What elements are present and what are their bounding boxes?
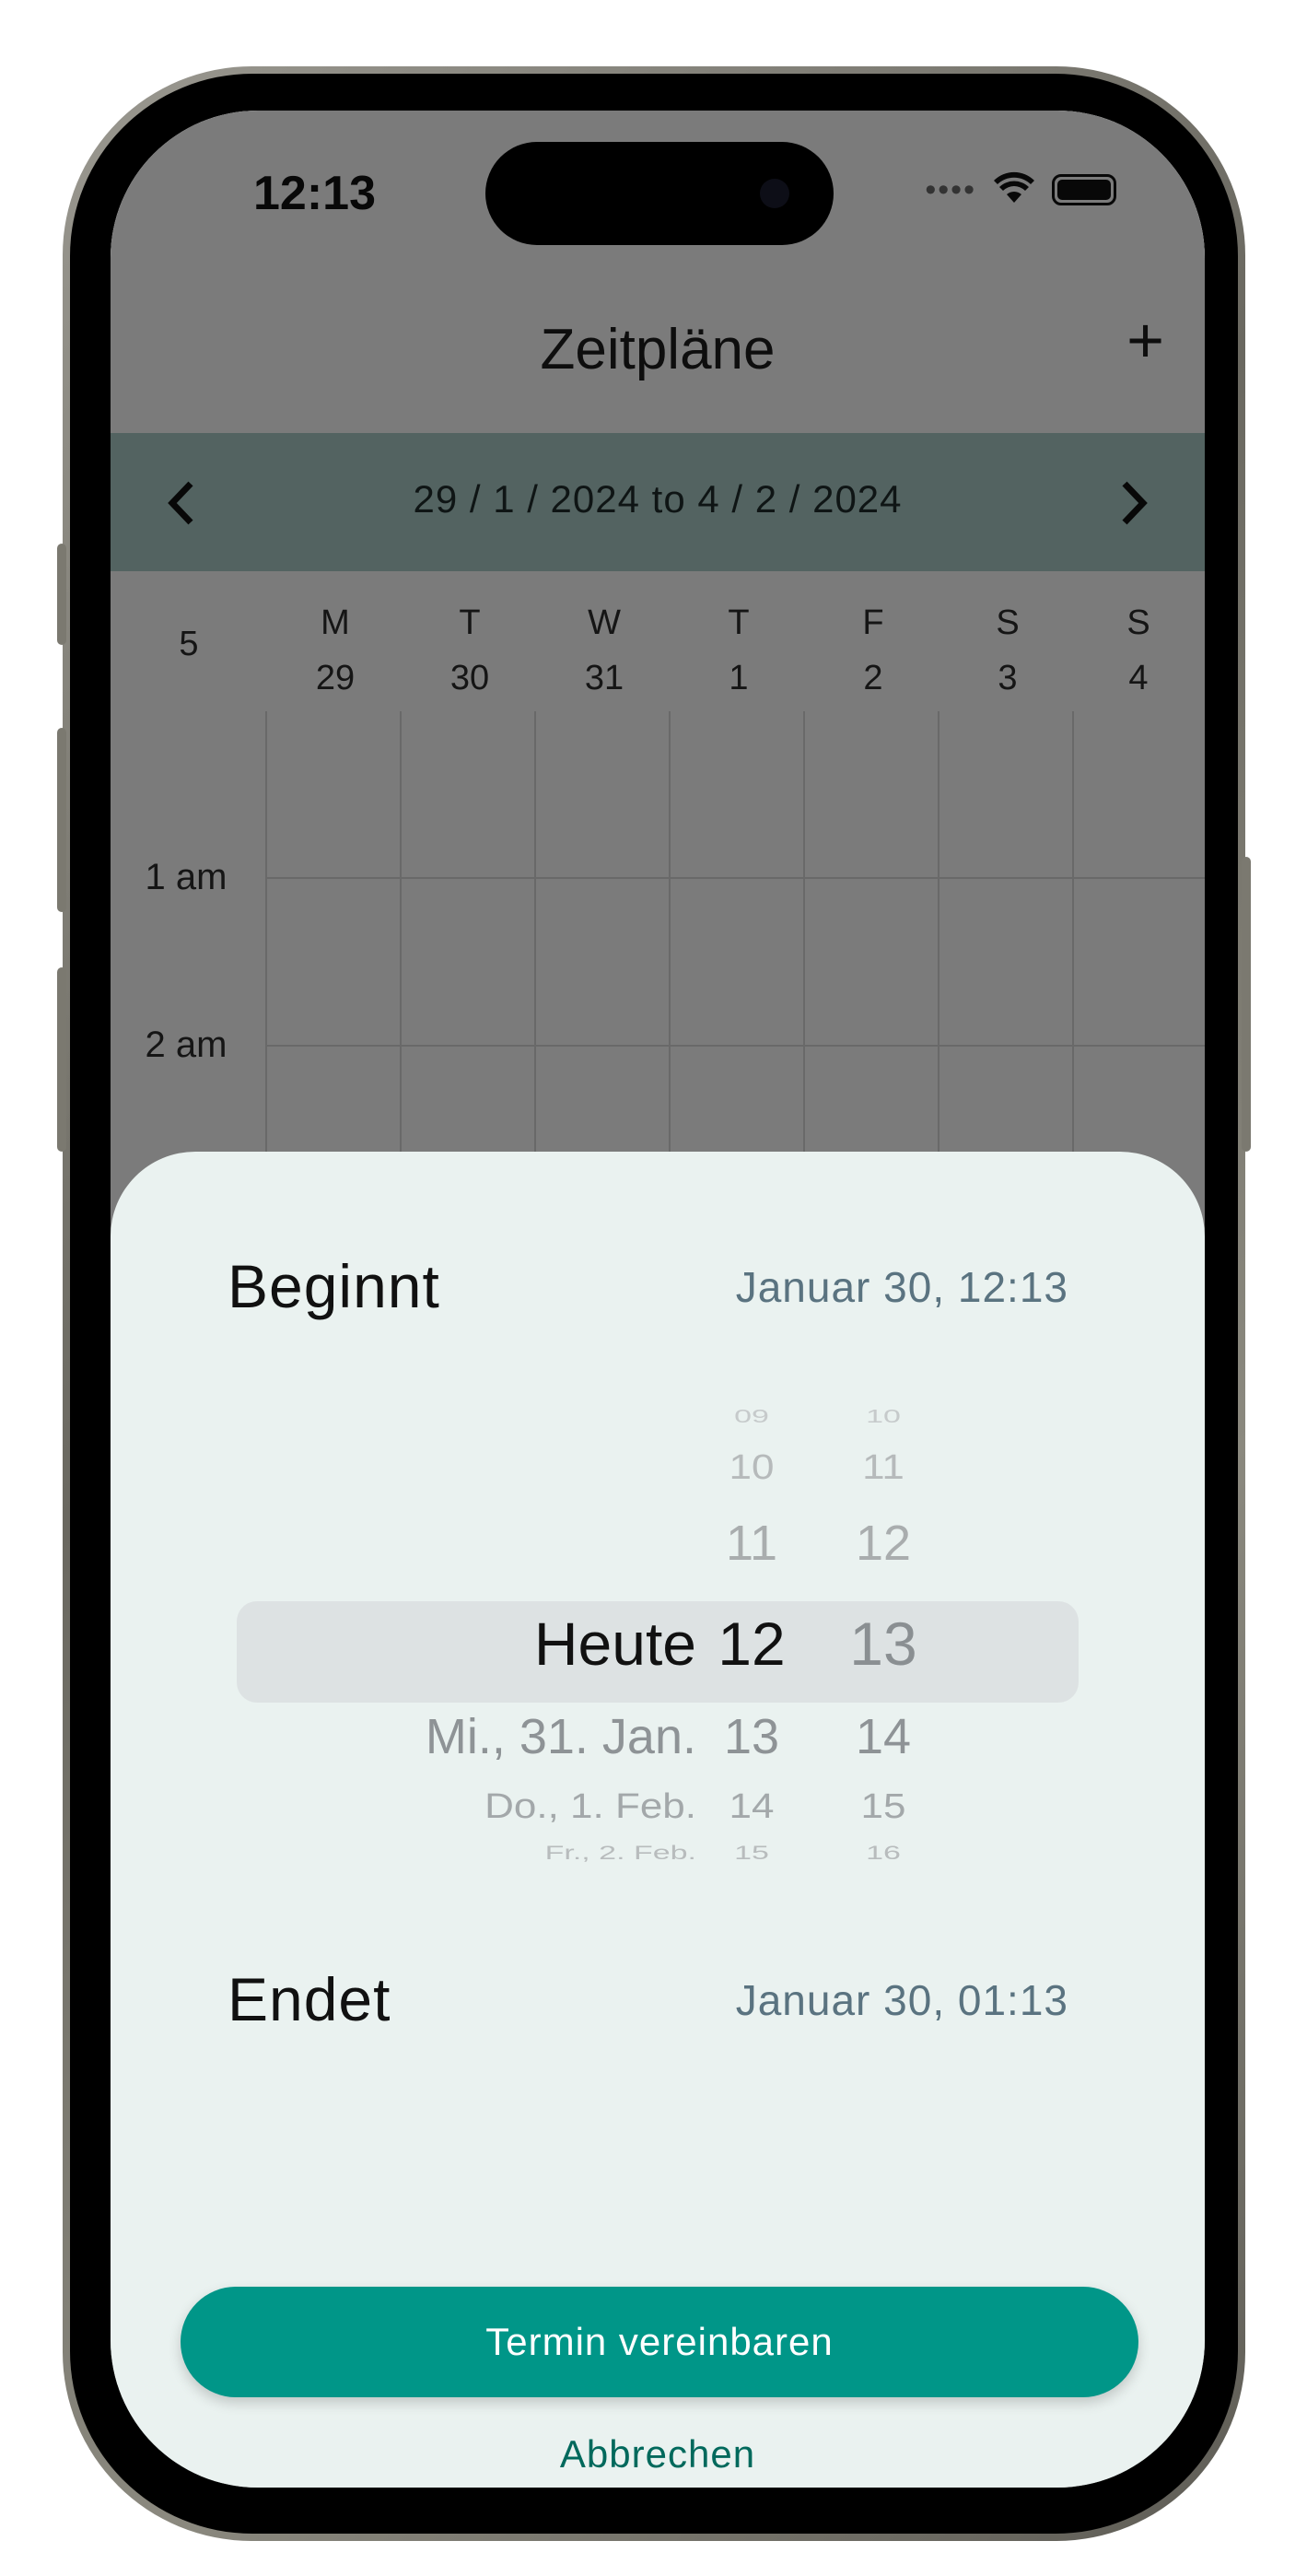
picker-date-option[interactable]: Mi., 31. Jan.: [426, 1708, 696, 1765]
power-button: [1242, 857, 1251, 1152]
picker-hour-option[interactable]: 09: [696, 1406, 807, 1427]
picker-date-wheel[interactable]: Heute Mi., 31. Jan. Do., 1. Feb. Fr., 2.…: [111, 1400, 696, 1879]
volume-up-button: [57, 728, 66, 912]
picker-hour-option[interactable]: 12: [696, 1609, 807, 1679]
picker-hour-option[interactable]: 15: [696, 1842, 807, 1864]
date-time-picker[interactable]: Heute Mi., 31. Jan. Do., 1. Feb. Fr., 2.…: [111, 1400, 1205, 1879]
picker-minute-option[interactable]: 12: [828, 1515, 939, 1572]
picker-minute-option[interactable]: 15: [828, 1787, 939, 1827]
picker-minute-option[interactable]: 14: [828, 1708, 939, 1765]
start-value[interactable]: Januar 30, 12:13: [736, 1262, 1068, 1312]
picker-hour-option[interactable]: 10: [696, 1448, 807, 1488]
cancel-button[interactable]: Abbrechen: [111, 2432, 1205, 2476]
picker-minute-option[interactable]: 16: [828, 1842, 939, 1864]
picker-hour-wheel[interactable]: 09 10 11 12 13 14 15: [696, 1400, 807, 1879]
schedule-bottom-sheet: Beginnt Januar 30, 12:13 Heute Mi., 31. …: [111, 1152, 1205, 2488]
picker-minute-option[interactable]: 11: [828, 1448, 939, 1488]
start-label: Beginnt: [228, 1252, 440, 1320]
schedule-appointment-button[interactable]: Termin vereinbaren: [181, 2287, 1138, 2397]
picker-hour-option[interactable]: 13: [696, 1708, 807, 1765]
picker-minute-option[interactable]: 13: [828, 1609, 939, 1679]
picker-date-option[interactable]: Fr., 2. Feb.: [545, 1842, 696, 1864]
picker-minute-wheel[interactable]: 10 11 12 13 14 15 16: [828, 1400, 939, 1879]
picker-minute-option[interactable]: 10: [828, 1406, 939, 1427]
volume-down-button: [57, 967, 66, 1152]
picker-date-option[interactable]: Do., 1. Feb.: [484, 1787, 696, 1827]
picker-date-option[interactable]: Heute: [534, 1609, 696, 1679]
picker-hour-option[interactable]: 11: [696, 1515, 807, 1572]
picker-hour-option[interactable]: 14: [696, 1787, 807, 1827]
end-label: Endet: [228, 1965, 391, 2033]
screen: 12:13 •••• Zeitpläne + 29 / 1 / 2024 to …: [111, 111, 1205, 2488]
action-button: [57, 544, 66, 645]
end-value[interactable]: Januar 30, 01:13: [736, 1975, 1068, 2025]
